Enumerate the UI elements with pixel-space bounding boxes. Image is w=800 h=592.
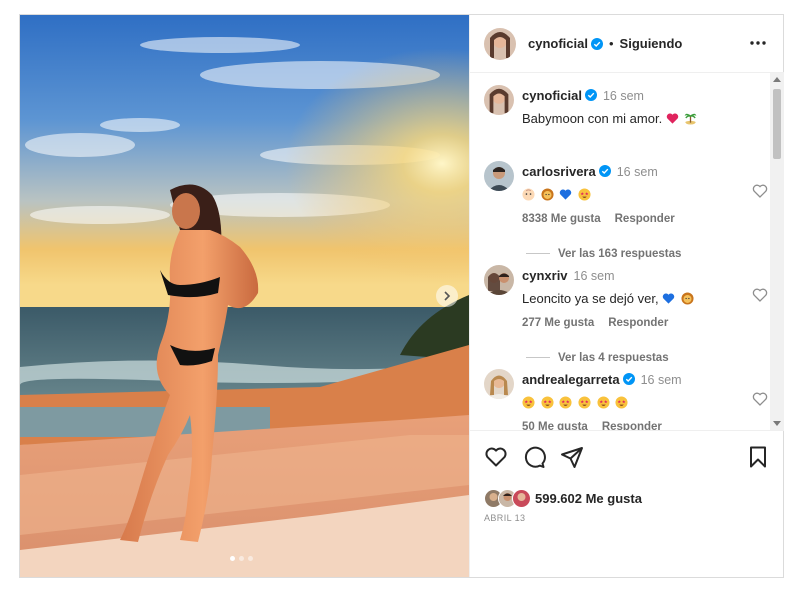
avatar-photo	[484, 85, 514, 115]
comment-like-heart-icon[interactable]	[752, 391, 768, 407]
comment-meta: 50 Me gusta Responder	[522, 421, 737, 430]
post-header: cynoficial • Siguiendo	[470, 15, 784, 73]
author-username[interactable]: cynoficial	[528, 36, 588, 51]
carousel-dot	[248, 556, 253, 561]
avatar-photo	[513, 490, 530, 507]
comments-list[interactable]: cynoficial 16 sem Babymoon con mi amor.	[470, 73, 770, 430]
comment-likes[interactable]: 50 Me gusta	[522, 421, 588, 430]
lion-face-icon	[681, 292, 694, 305]
comment-time[interactable]: 16 sem	[641, 373, 682, 387]
star-struck-face-icon	[541, 396, 554, 409]
caption-time[interactable]: 16 sem	[603, 89, 644, 103]
sunset-beach-photo	[20, 15, 469, 577]
avatar-photo	[484, 161, 514, 191]
reply-button[interactable]: Responder	[608, 317, 668, 329]
comment-meta: 8338 Me gusta Responder	[522, 213, 737, 225]
header-separator: •	[608, 36, 614, 51]
lion-face-icon	[541, 188, 554, 201]
following-button[interactable]: Siguiendo	[620, 36, 683, 51]
comment-username[interactable]: andrealegarreta	[522, 372, 620, 387]
carousel-dot	[239, 556, 244, 561]
comment-meta: 277 Me gusta Responder	[522, 317, 737, 329]
carousel-indicator	[230, 556, 253, 561]
scroll-thumb[interactable]	[773, 89, 781, 159]
commenter-avatar[interactable]	[484, 265, 514, 295]
comment-likes[interactable]: 277 Me gusta	[522, 317, 594, 329]
heart-icon[interactable]	[484, 445, 508, 469]
avatar-photo	[484, 265, 514, 295]
comment-like-heart-icon[interactable]	[752, 183, 768, 199]
reply-button[interactable]: Responder	[602, 421, 662, 430]
caption-text-content: Babymoon con mi amor.	[522, 111, 663, 126]
baby-face-icon	[522, 188, 535, 201]
post-container: cynoficial • Siguiendo cynoficial 16 sem…	[19, 14, 784, 578]
red-heart-icon	[666, 113, 679, 124]
likes-count[interactable]: 599.602 Me gusta	[535, 491, 642, 506]
post-caption: cynoficial 16 sem Babymoon con mi amor.	[484, 85, 770, 145]
caption-text: Babymoon con mi amor.	[522, 111, 737, 127]
comment-time[interactable]: 16 sem	[574, 269, 615, 283]
post-side-panel: cynoficial • Siguiendo cynoficial 16 sem…	[469, 15, 784, 577]
chevron-right-icon	[444, 291, 451, 301]
comment-item: carlosrivera 16 sem 8338 Me gusta Responde…	[484, 161, 770, 229]
star-struck-face-icon	[578, 188, 591, 201]
comment-username[interactable]: carlosrivera	[522, 164, 596, 179]
post-date[interactable]: ABRIL 13	[484, 513, 525, 523]
verified-badge-icon	[622, 373, 635, 385]
reply-button[interactable]: Responder	[615, 213, 675, 225]
view-replies-button[interactable]: Ver las 163 respuestas	[526, 248, 681, 260]
comment-like-heart-icon[interactable]	[752, 287, 768, 303]
view-replies-button[interactable]: Ver las 4 respuestas	[526, 352, 669, 364]
carousel-dot	[230, 556, 235, 561]
palm-tree-island-icon	[684, 113, 698, 125]
caption-username[interactable]: cynoficial	[522, 88, 582, 103]
star-struck-face-icon	[615, 396, 628, 409]
post-photo[interactable]	[20, 15, 469, 577]
liked-by-avatars[interactable]	[484, 489, 531, 508]
comment-text: Leoncito ya se dejó ver,	[522, 291, 737, 307]
blue-heart-icon	[560, 189, 572, 200]
avatar-photo	[484, 369, 514, 399]
more-options-icon[interactable]	[748, 35, 768, 51]
commenter-avatar[interactable]	[484, 369, 514, 399]
post-actions: 599.602 Me gusta ABRIL 13	[470, 430, 784, 578]
scroll-up-arrow[interactable]	[773, 77, 781, 82]
comment-item: cynxriv 16 sem Leoncito ya se dejó ver, 2…	[484, 265, 770, 333]
liker-avatar	[512, 489, 531, 508]
author-avatar[interactable]	[484, 85, 514, 115]
comment-time[interactable]: 16 sem	[617, 165, 658, 179]
verified-badge-icon	[598, 165, 611, 177]
verified-badge-icon	[590, 37, 603, 50]
bookmark-icon[interactable]	[746, 445, 770, 469]
comment-text	[522, 395, 737, 411]
paper-plane-icon[interactable]	[560, 445, 584, 469]
author-avatar[interactable]	[484, 27, 516, 60]
verified-badge-icon	[584, 89, 597, 101]
comment-text-content: Leoncito ya se dejó ver,	[522, 291, 659, 306]
carousel-next-button[interactable]	[436, 285, 458, 307]
star-struck-face-icon	[559, 396, 572, 409]
blue-heart-icon	[663, 293, 675, 304]
comment-text	[522, 187, 737, 203]
comments-scrollbar[interactable]	[770, 73, 784, 430]
comment-item: andrealegarreta 16 sem 50 Me gusta Respond…	[484, 369, 770, 430]
star-struck-face-icon	[522, 396, 535, 409]
avatar-photo	[484, 27, 516, 60]
comment-bubble-icon[interactable]	[522, 445, 546, 469]
scroll-down-arrow[interactable]	[773, 421, 781, 426]
star-struck-face-icon	[596, 396, 610, 409]
comment-username[interactable]: cynxriv	[522, 268, 568, 283]
star-struck-face-icon	[578, 396, 591, 409]
comment-likes[interactable]: 8338 Me gusta	[522, 213, 601, 225]
commenter-avatar[interactable]	[484, 161, 514, 191]
